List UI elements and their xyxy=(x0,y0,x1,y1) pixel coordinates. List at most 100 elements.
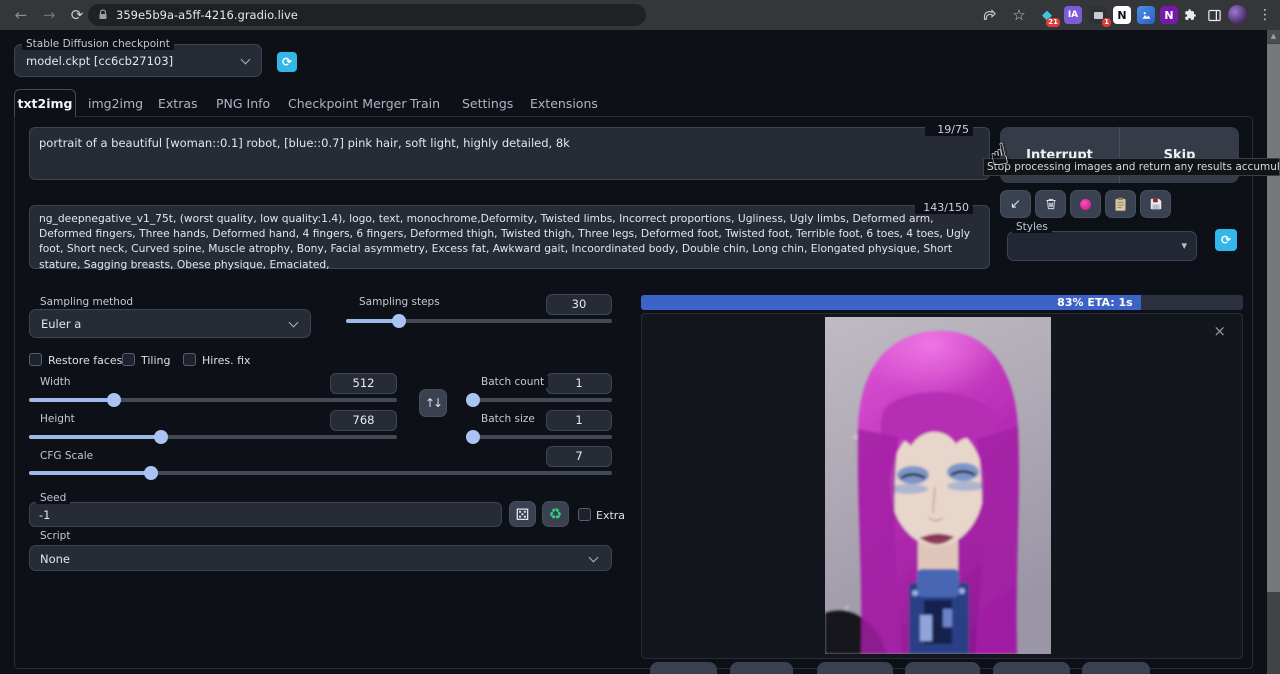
tiling-checkbox[interactable] xyxy=(122,353,135,366)
seed-input[interactable]: -1 xyxy=(29,502,502,527)
sampling-steps-slider[interactable] xyxy=(346,314,612,328)
generated-image[interactable] xyxy=(825,317,1051,654)
negative-prompt-textarea[interactable]: ng_deepnegative_v1_75t, (worst quality, … xyxy=(29,205,990,269)
batch-count-slider[interactable] xyxy=(466,393,612,407)
script-value: None xyxy=(40,552,70,566)
gallery-action-button-stub[interactable] xyxy=(993,662,1070,674)
bookmark-star-icon[interactable]: ☆ xyxy=(1008,4,1030,26)
save-style-button[interactable] xyxy=(1140,190,1171,218)
swap-dimensions-button[interactable]: ↑↓ xyxy=(419,389,447,417)
palette-dot-icon xyxy=(1080,199,1091,210)
tab-settings[interactable]: Settings xyxy=(462,89,513,117)
reuse-seed-button[interactable]: ♻ xyxy=(542,501,569,527)
gallery-action-button-stub[interactable] xyxy=(905,662,980,674)
sampling-steps-input[interactable]: 30 xyxy=(546,294,612,315)
seed-label: Seed xyxy=(36,492,70,504)
slider-knob[interactable] xyxy=(144,466,158,480)
reload-icon[interactable]: ⟳ xyxy=(66,4,88,26)
styles-refresh-button[interactable]: ⟳ xyxy=(1215,229,1237,251)
checkpoint-refresh-button[interactable]: ⟳ xyxy=(277,52,297,72)
prompt-textarea[interactable]: portrait of a beautiful [woman::0.1] rob… xyxy=(29,127,990,180)
tab-checkpoint-merger[interactable]: Checkpoint Merger xyxy=(288,89,406,117)
script-dropdown[interactable]: None xyxy=(29,545,612,571)
apply-styles-button[interactable] xyxy=(1105,190,1136,218)
side-panel-icon[interactable] xyxy=(1203,4,1225,26)
page-scrollbar[interactable]: ▲ xyxy=(1267,30,1280,674)
extension-notion-icon[interactable]: N xyxy=(1113,6,1131,24)
slider-knob[interactable] xyxy=(392,314,406,328)
random-seed-button[interactable]: ⚄ xyxy=(509,501,536,527)
slider-fill xyxy=(29,435,161,439)
lock-icon xyxy=(97,9,109,21)
chevron-down-icon xyxy=(589,553,599,563)
hires-fix-checkbox[interactable] xyxy=(183,353,196,366)
tiling-label: Tiling xyxy=(141,354,171,367)
restore-faces-label: Restore faces xyxy=(48,354,122,367)
height-slider[interactable] xyxy=(29,430,397,444)
sampling-method-value: Euler a xyxy=(41,317,81,331)
checkpoint-value: model.ckpt [cc6cb27103] xyxy=(26,54,173,68)
extension-ia-icon[interactable]: IA xyxy=(1064,6,1082,24)
clear-prompt-button[interactable] xyxy=(1035,190,1066,218)
scrollbar-thumb[interactable] xyxy=(1267,44,1280,592)
seed-extra-checkbox[interactable] xyxy=(578,508,591,521)
slider-knob[interactable] xyxy=(466,393,480,407)
sampling-method-label: Sampling method xyxy=(36,296,137,308)
slider-knob[interactable] xyxy=(154,430,168,444)
paste-generation-params-button[interactable]: ↙ xyxy=(1000,190,1031,218)
chevron-down-icon xyxy=(241,55,251,65)
extensions-puzzle-icon[interactable] xyxy=(1180,4,1202,26)
profile-avatar[interactable] xyxy=(1228,5,1247,24)
cfg-scale-input[interactable]: 7 xyxy=(546,446,612,467)
width-input[interactable]: 512 xyxy=(330,373,397,394)
tab-png-info[interactable]: PNG Info xyxy=(216,89,270,117)
batch-size-slider[interactable] xyxy=(466,430,612,444)
extra-networks-button[interactable] xyxy=(1070,190,1101,218)
screen: ← → ⟳ 359e5b9a-a5ff-4216.gradio.live ☆ ◆… xyxy=(0,0,1280,674)
negative-prompt-token-counter: 143/150 xyxy=(915,201,973,214)
chevron-down-icon xyxy=(289,318,299,328)
tab-txt2img[interactable]: txt2img xyxy=(14,89,76,117)
clipboard-icon xyxy=(1114,197,1127,212)
restore-faces-checkbox[interactable] xyxy=(29,353,42,366)
sampling-method-dropdown[interactable]: Euler a xyxy=(29,309,311,338)
share-icon[interactable] xyxy=(978,4,1000,26)
tab-train[interactable]: Train xyxy=(410,89,440,117)
gallery-action-button-stub[interactable] xyxy=(730,662,793,674)
extension-dark-icon[interactable]: 1 xyxy=(1089,6,1107,24)
tab-img2img[interactable]: img2img xyxy=(88,89,143,117)
progress-text: 83% ETA: 1s xyxy=(1057,296,1132,309)
address-bar[interactable]: 359e5b9a-a5ff-4216.gradio.live xyxy=(88,4,646,26)
camera-shape xyxy=(1094,12,1103,19)
width-slider[interactable] xyxy=(29,393,397,407)
interrupt-tooltip: Stop processing images and return any re… xyxy=(983,158,1280,176)
prompt-token-counter: 19/75 xyxy=(925,123,973,136)
extension-image-icon[interactable] xyxy=(1137,6,1155,24)
batch-count-label: Batch count xyxy=(477,376,548,388)
caret-down-icon: ▾ xyxy=(1181,239,1187,252)
scroll-up-icon[interactable]: ▲ xyxy=(1267,30,1280,43)
batch-count-input[interactable]: 1 xyxy=(546,373,612,394)
cfg-scale-slider[interactable] xyxy=(29,466,612,480)
gallery-action-button-stub[interactable] xyxy=(1082,662,1150,674)
tab-extras[interactable]: Extras xyxy=(158,89,198,117)
cfg-scale-label: CFG Scale xyxy=(36,450,97,462)
extension-onenote-icon[interactable]: N xyxy=(1160,6,1178,24)
gallery-action-button-stub[interactable] xyxy=(817,662,893,674)
progress-fill: 83% ETA: 1s xyxy=(641,295,1141,310)
checkpoint-label: Stable Diffusion checkpoint xyxy=(22,38,174,50)
tab-extensions[interactable]: Extensions xyxy=(530,89,598,117)
styles-dropdown[interactable]: ▾ xyxy=(1007,231,1197,261)
browser-menu-icon[interactable]: ⋮ xyxy=(1254,4,1276,26)
generation-progress-bar: 83% ETA: 1s xyxy=(641,295,1243,310)
batch-size-input[interactable]: 1 xyxy=(546,410,612,431)
back-icon[interactable]: ← xyxy=(10,4,32,26)
floppy-disk-icon xyxy=(1149,197,1163,211)
gallery-action-button-stub[interactable] xyxy=(650,662,717,674)
close-icon[interactable]: × xyxy=(1213,322,1226,340)
extension-badge21-icon[interactable]: ◆ 21 xyxy=(1038,6,1056,24)
slider-knob[interactable] xyxy=(466,430,480,444)
slider-knob[interactable] xyxy=(107,393,121,407)
forward-icon[interactable]: → xyxy=(38,4,60,26)
height-input[interactable]: 768 xyxy=(330,410,397,431)
